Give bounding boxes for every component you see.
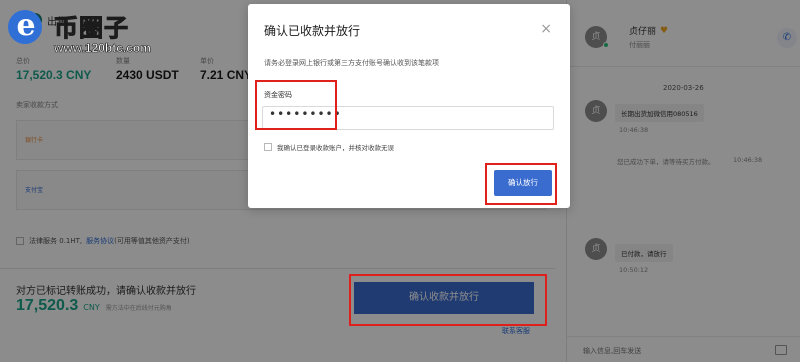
otc-order-page: T 出售 总价 17,520.3 CNY 数量 2430 USDT 单价 7.2… <box>0 0 800 362</box>
dialog-title: 确认已收款并放行 <box>264 24 361 38</box>
agree-row: 我确认已登录收款账户，并核对收款无误 <box>264 142 394 152</box>
dialog-description: 请务必登录网上银行或第三方支付账号确认收到该笔款项 <box>264 59 439 67</box>
close-icon[interactable]: × <box>540 22 552 36</box>
logo-watermark: e 币圈子 www.120btc.com <box>2 4 162 60</box>
agree-checkbox[interactable] <box>264 143 272 151</box>
highlight-box-main-confirm <box>349 274 547 326</box>
logo-letter: e <box>16 8 36 43</box>
logo-title: 币圈子 <box>54 14 129 43</box>
highlight-box-password <box>255 80 337 130</box>
logo-url: www.120btc.com <box>54 41 152 56</box>
highlight-box-dialog-confirm <box>485 163 557 205</box>
agree-text: 我确认已登录收款账户，并核对收款无误 <box>277 144 394 152</box>
